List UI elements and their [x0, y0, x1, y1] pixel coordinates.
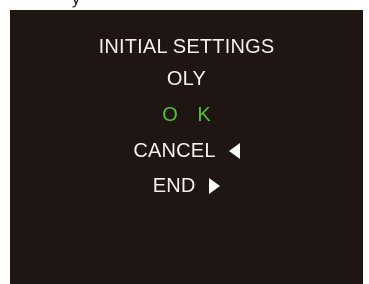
menu-item-cancel-label: CANCEL — [133, 140, 215, 162]
menu-item-ok-label: O K — [162, 104, 218, 126]
top-text-fragment: y — [72, 0, 80, 9]
menu-item-end[interactable]: END — [10, 174, 363, 198]
menu-item-end-label: END — [152, 175, 196, 197]
menu-item-cancel[interactable]: CANCEL — [10, 139, 363, 163]
screenshot-frame: y INITIAL SETTINGS OLY O K CANCEL END — [0, 0, 369, 284]
menu-item-oly-label: OLY — [166, 68, 207, 90]
screen-title: INITIAL SETTINGS — [98, 36, 275, 58]
settings-screen: INITIAL SETTINGS OLY O K CANCEL END — [10, 10, 363, 284]
top-crop-strip: y — [0, 0, 369, 10]
menu-item-oly[interactable]: OLY — [10, 67, 363, 91]
left-triangle-icon — [228, 142, 240, 159]
menu-item-ok[interactable]: O K — [10, 103, 363, 127]
right-triangle-icon — [209, 177, 221, 194]
